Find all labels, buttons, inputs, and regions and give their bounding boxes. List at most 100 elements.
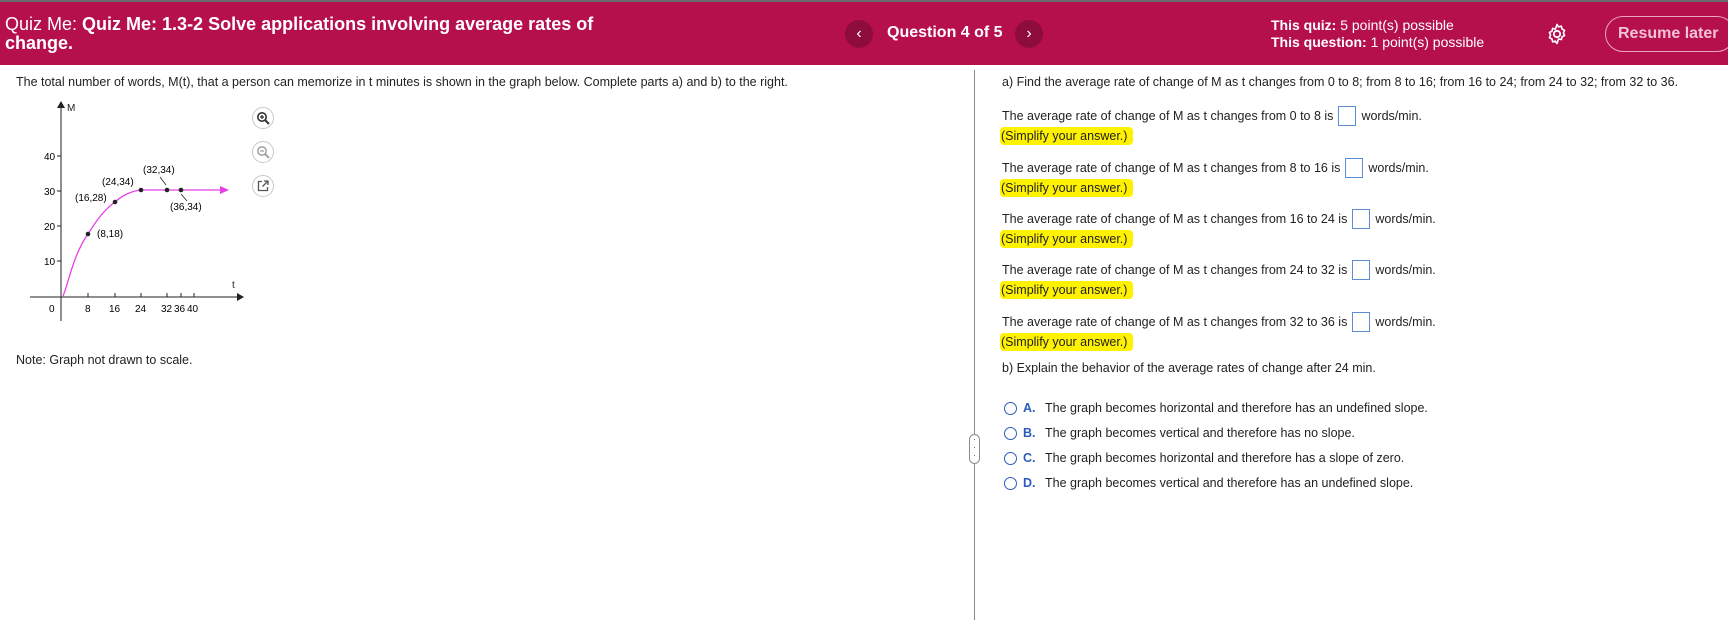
choice-a[interactable]: A. The graph becomes horizontal and ther… xyxy=(1004,401,1428,415)
choice-text: The graph becomes horizontal and therefo… xyxy=(1045,401,1428,415)
rate-item-unit: words/min. xyxy=(1361,109,1422,123)
point-8-18 xyxy=(85,231,91,237)
rate-item-unit: words/min. xyxy=(1375,315,1436,329)
x-tick-36: 36 xyxy=(174,304,186,315)
chevron-right-icon: › xyxy=(1026,25,1032,42)
zoom-in-button[interactable] xyxy=(252,107,274,129)
labeled-points: (8,18) (16,28) (24,34) (32,34) (36,34) xyxy=(75,165,202,240)
simplify-hint: (Simplify your answer.) xyxy=(1000,333,1134,351)
choice-b[interactable]: B. The graph becomes vertical and theref… xyxy=(1004,426,1355,440)
x-tick-0: 0 xyxy=(49,304,55,315)
question-counter: Question 4 of 5 xyxy=(887,24,1003,41)
open-in-new-window-button[interactable] xyxy=(252,175,274,197)
x-ticks: 0 8 16 24 32 36 40 xyxy=(49,293,199,315)
x-axis xyxy=(30,293,244,301)
this-quiz-label: This quiz: xyxy=(1271,17,1337,33)
rate-item-text: The average rate of change of M as t cha… xyxy=(1002,109,1334,123)
simplify-hint: (Simplify your answer.) xyxy=(1000,230,1134,248)
point-label-24-34: (24,34) xyxy=(102,177,134,188)
point-32-34 xyxy=(164,187,170,193)
point-label-36-34: (36,34) xyxy=(170,202,202,213)
question-left-pane: The total number of words, M(t), that a … xyxy=(0,65,975,620)
rate-item-text: The average rate of change of M as t cha… xyxy=(1002,315,1348,329)
rate-item-8-16: The average rate of change of M as t cha… xyxy=(1000,157,1429,197)
y-tick-40: 40 xyxy=(44,152,56,163)
x-axis-label: t xyxy=(232,280,235,291)
answer-input-24-32[interactable] xyxy=(1352,260,1371,280)
question-intro: The total number of words, M(t), that a … xyxy=(16,75,788,89)
gear-icon[interactable] xyxy=(1545,22,1569,46)
choice-c[interactable]: C. The graph becomes horizontal and ther… xyxy=(1004,451,1404,465)
graph-note: Note: Graph not drawn to scale. xyxy=(16,353,193,367)
choice-d[interactable]: D. The graph becomes vertical and theref… xyxy=(1004,476,1413,490)
external-link-icon xyxy=(257,180,269,192)
rate-item-0-8: The average rate of change of M as t cha… xyxy=(1000,105,1422,145)
this-quiz-value: 5 point(s) possible xyxy=(1340,17,1454,33)
radio-button[interactable] xyxy=(1004,426,1017,440)
rate-item-text: The average rate of change of M as t cha… xyxy=(1002,212,1348,226)
x-tick-24: 24 xyxy=(135,304,147,315)
y-axis-label: M xyxy=(67,103,75,114)
this-question-value: 1 point(s) possible xyxy=(1370,34,1485,50)
simplify-hint: (Simplify your answer.) xyxy=(1000,281,1134,299)
point-24-34 xyxy=(138,187,144,193)
radio-button[interactable] xyxy=(1004,401,1017,415)
quiz-title-prefix: Quiz Me: xyxy=(5,14,78,34)
choice-letter: D. xyxy=(1023,476,1036,490)
part-b-prompt: b) Explain the behavior of the average r… xyxy=(1002,361,1376,375)
rate-item-16-24: The average rate of change of M as t cha… xyxy=(1000,208,1436,248)
x-tick-8: 8 xyxy=(85,304,91,315)
x-tick-16: 16 xyxy=(109,304,121,315)
rate-item-text: The average rate of change of M as t cha… xyxy=(1002,161,1341,175)
zoom-out-icon xyxy=(257,146,270,159)
point-label-32-34: (32,34) xyxy=(143,165,175,176)
x-tick-32: 32 xyxy=(161,304,173,315)
point-label-16-28: (16,28) xyxy=(75,193,107,204)
curve-arrowhead xyxy=(220,186,229,194)
rate-item-32-36: The average rate of change of M as t cha… xyxy=(1000,311,1436,351)
choice-text: The graph becomes vertical and therefore… xyxy=(1045,476,1414,490)
this-question-label: This question: xyxy=(1271,34,1367,50)
answer-input-32-36[interactable] xyxy=(1352,312,1371,332)
rate-item-text: The average rate of change of M as t cha… xyxy=(1002,263,1348,277)
question-right-pane: a) Find the average rate of change of M … xyxy=(1000,65,1728,620)
choice-text: The graph becomes vertical and therefore… xyxy=(1045,426,1355,440)
choice-text: The graph becomes horizontal and therefo… xyxy=(1045,451,1405,465)
pointer-36-34 xyxy=(180,193,188,202)
pointer-32-34 xyxy=(159,176,167,186)
pane-resize-handle[interactable]: · · · xyxy=(969,434,980,464)
quiz-title-main: Quiz Me: 1.3-2 Solve applications involv… xyxy=(5,14,594,53)
choice-letter: B. xyxy=(1023,426,1036,440)
part-a-prompt: a) Find the average rate of change of M … xyxy=(1002,75,1679,89)
y-tick-10: 10 xyxy=(44,257,56,268)
pane-divider xyxy=(974,70,975,620)
choice-letter: C. xyxy=(1023,451,1036,465)
choice-letter: A. xyxy=(1023,401,1036,415)
answer-input-0-8[interactable] xyxy=(1338,106,1357,126)
point-36-34 xyxy=(178,187,184,193)
points-info: This quiz: 5 point(s) possible This ques… xyxy=(1271,17,1484,51)
resume-later-button[interactable]: Resume later xyxy=(1605,16,1728,52)
previous-question-button[interactable]: ‹ xyxy=(845,20,873,48)
radio-button[interactable] xyxy=(1004,476,1017,490)
quiz-header: Quiz Me: Quiz Me: 1.3-2 Solve applicatio… xyxy=(0,2,1728,65)
radio-button[interactable] xyxy=(1004,451,1017,465)
rate-item-24-32: The average rate of change of M as t cha… xyxy=(1000,259,1436,299)
rate-item-unit: words/min. xyxy=(1375,263,1436,277)
simplify-hint: (Simplify your answer.) xyxy=(1000,127,1134,145)
y-axis xyxy=(57,101,65,321)
zoom-out-button[interactable] xyxy=(252,141,274,163)
simplify-hint: (Simplify your answer.) xyxy=(1000,179,1134,197)
rate-item-unit: words/min. xyxy=(1368,161,1429,175)
chevron-left-icon: ‹ xyxy=(856,25,862,42)
point-16-28 xyxy=(112,199,118,205)
quiz-title: Quiz Me: Quiz Me: 1.3-2 Solve applicatio… xyxy=(5,15,645,53)
memorization-graph: M t 40 30 20 10 0 8 16 24 32 36 40 (8,18… xyxy=(30,101,244,321)
y-tick-30: 30 xyxy=(44,187,56,198)
zoom-in-icon xyxy=(257,112,270,125)
answer-input-8-16[interactable] xyxy=(1345,158,1364,178)
next-question-button[interactable]: › xyxy=(1015,20,1043,48)
answer-input-16-24[interactable] xyxy=(1352,209,1371,229)
x-tick-40: 40 xyxy=(187,304,199,315)
point-label-8-18: (8,18) xyxy=(97,229,123,240)
